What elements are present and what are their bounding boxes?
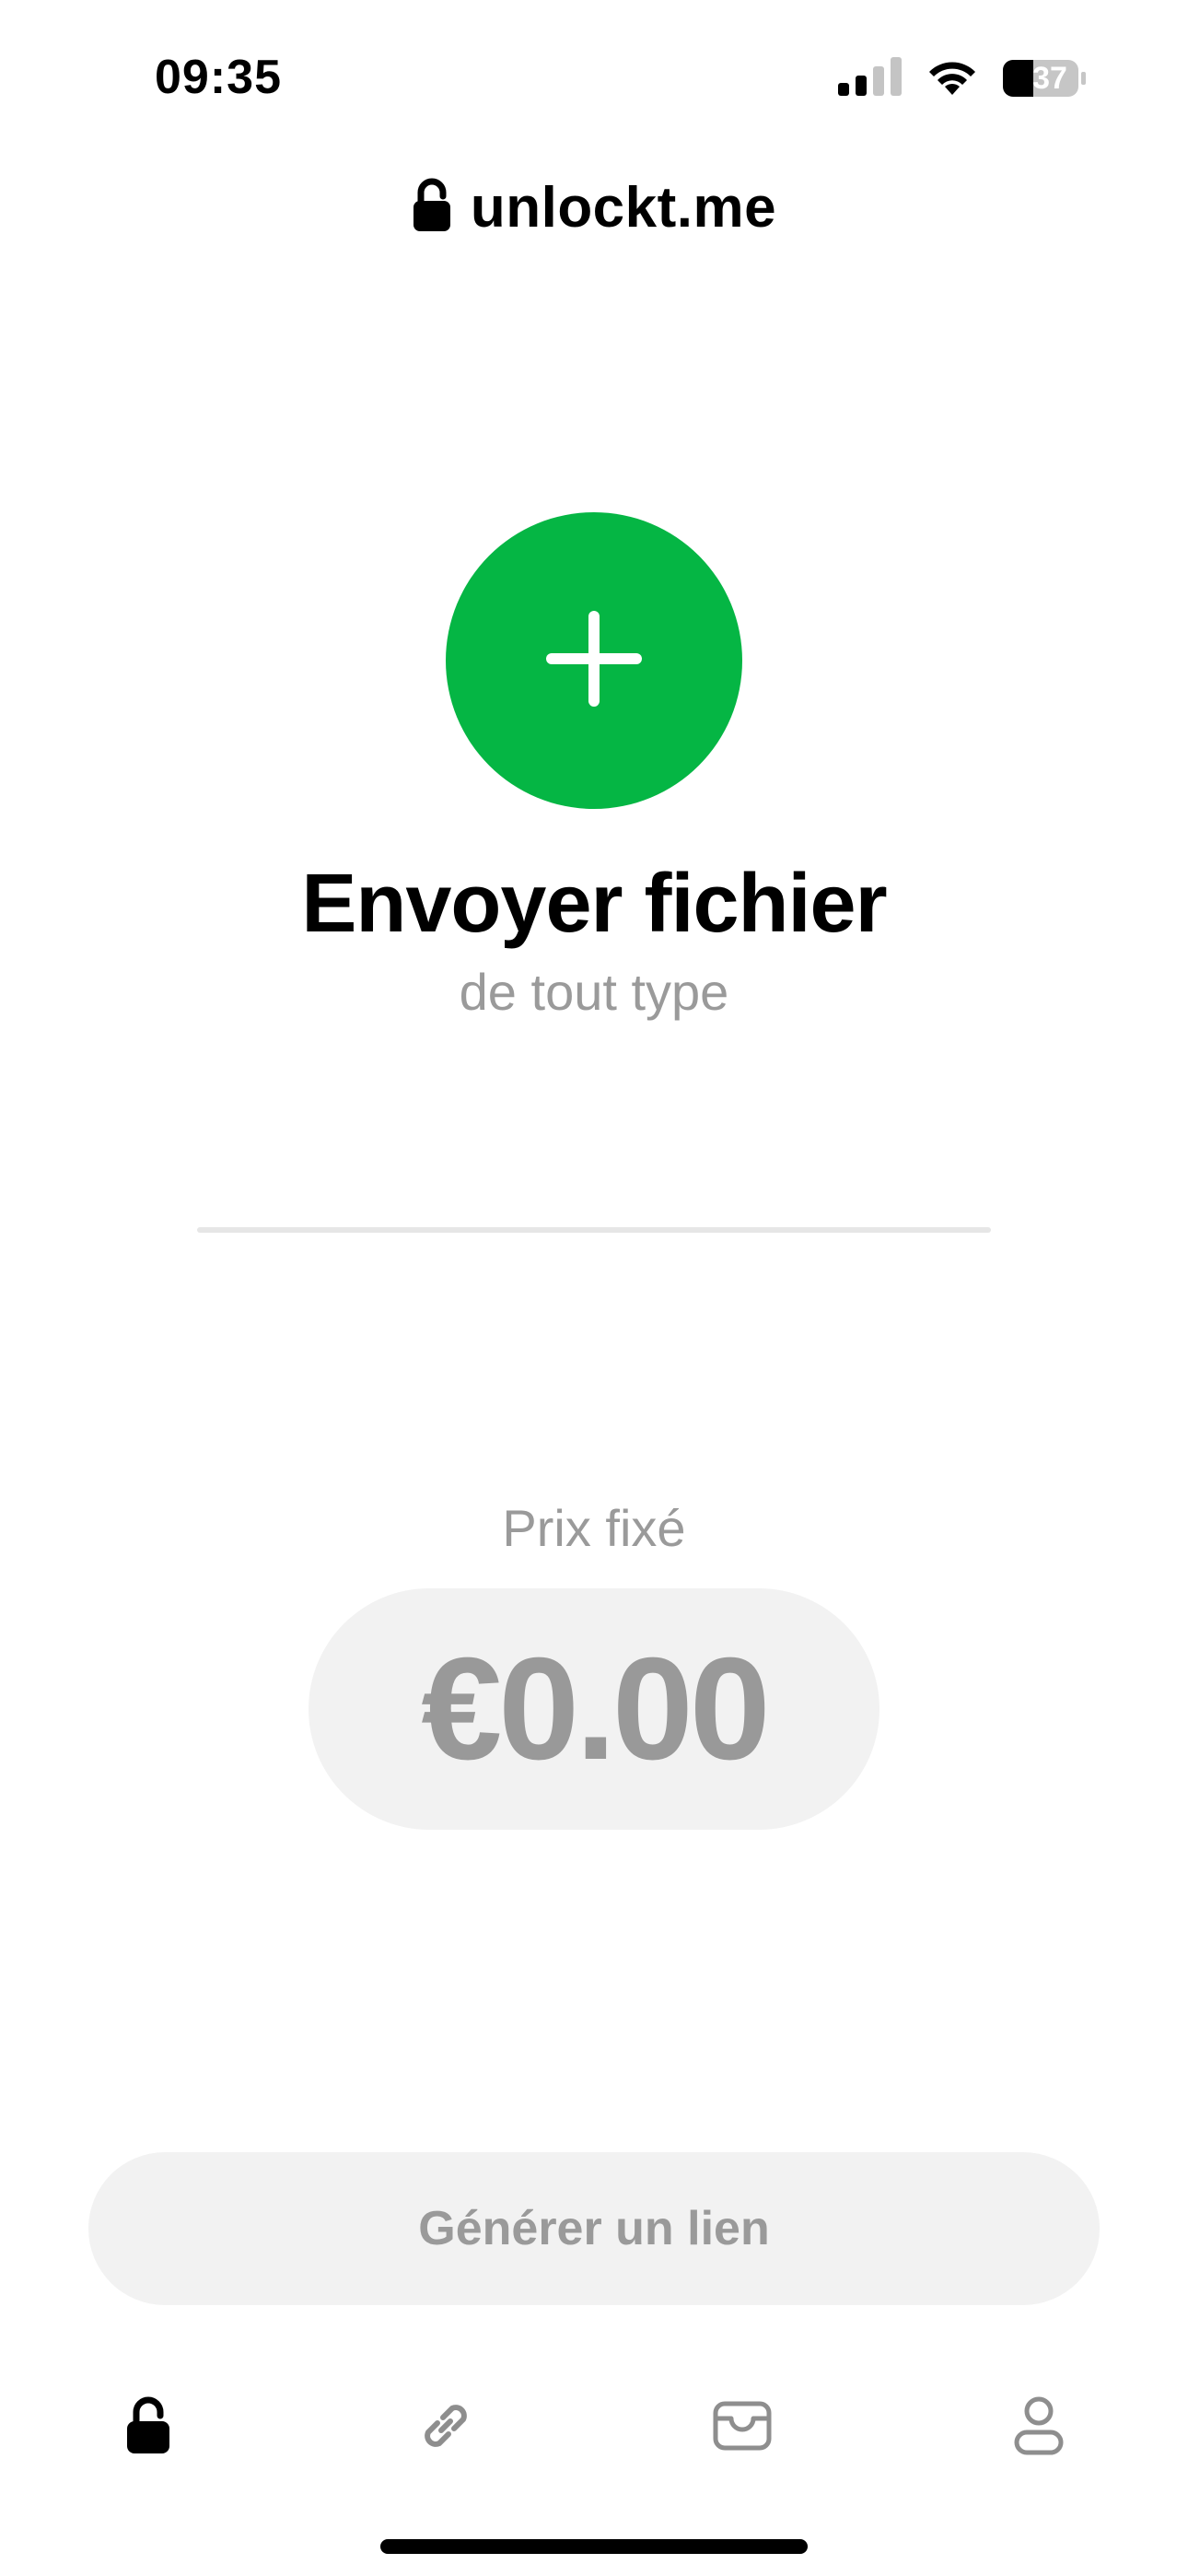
- tab-lock[interactable]: [98, 2377, 199, 2478]
- plus-icon: [546, 610, 642, 711]
- divider: [197, 1227, 991, 1233]
- status-time: 09:35: [155, 51, 282, 104]
- lock-icon: [125, 2396, 171, 2460]
- home-indicator[interactable]: [380, 2539, 808, 2554]
- cellular-signal-icon: [838, 56, 903, 100]
- lock-icon: [412, 178, 452, 238]
- price-value: €0.00: [421, 1627, 770, 1790]
- profile-icon: [1013, 2395, 1065, 2461]
- upload-file-button[interactable]: [446, 512, 742, 809]
- generate-link-button[interactable]: Générer un lien: [88, 2152, 1100, 2305]
- tab-wallet[interactable]: [692, 2377, 793, 2478]
- price-label: Prix fixé: [502, 1499, 686, 1557]
- battery-level: 37: [1032, 61, 1067, 96]
- tab-link[interactable]: [395, 2377, 496, 2478]
- wallet-icon: [713, 2400, 772, 2456]
- wifi-icon: [925, 56, 980, 101]
- tab-profile[interactable]: [988, 2377, 1089, 2478]
- status-icons: 37: [838, 55, 1086, 101]
- app-header: unlockt.me: [0, 175, 1188, 240]
- battery-icon: 37: [1002, 59, 1086, 98]
- price-input[interactable]: €0.00: [309, 1588, 879, 1830]
- brand-name: unlockt.me: [470, 176, 777, 240]
- upload-subtitle: de tout type: [459, 963, 729, 1021]
- upload-title: Envoyer fichier: [301, 858, 887, 950]
- link-icon: [415, 2395, 476, 2461]
